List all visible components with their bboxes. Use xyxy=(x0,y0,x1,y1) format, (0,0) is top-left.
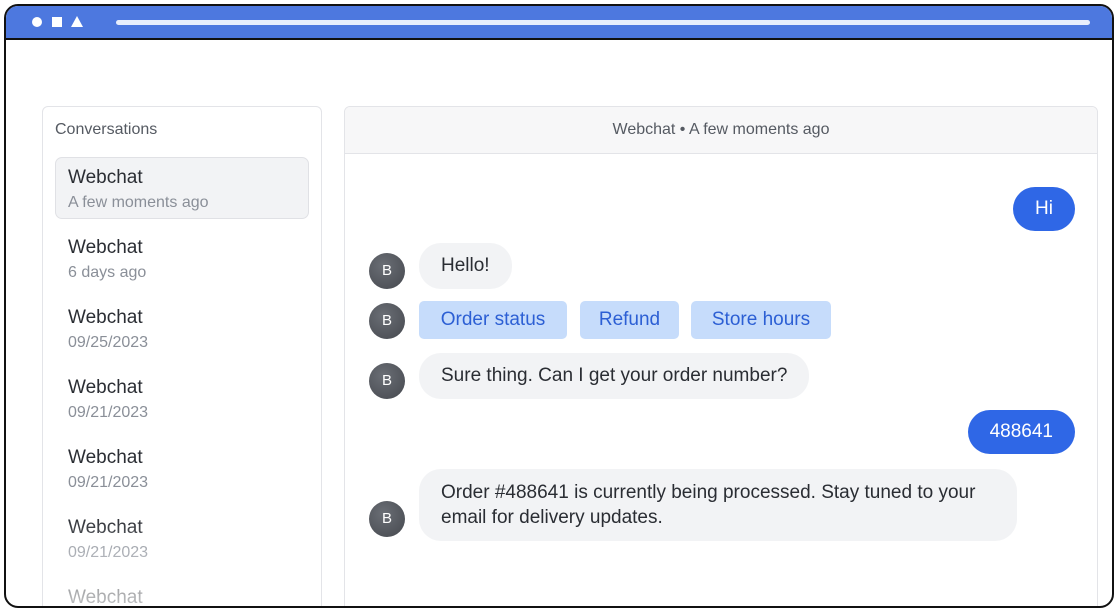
quick-reply-order-status[interactable]: Order status xyxy=(419,301,567,339)
quick-reply-refund[interactable]: Refund xyxy=(580,301,679,339)
bot-avatar: B xyxy=(369,501,405,537)
conversation-item[interactable]: Webchat 09/21/2023 xyxy=(55,437,309,499)
chat-header: Webchat • A few moments ago xyxy=(345,107,1097,154)
conversation-list-heading: Conversations xyxy=(55,121,158,138)
address-bar[interactable] xyxy=(116,20,1090,25)
conversation-time: 09/21/2023 xyxy=(68,544,149,561)
bot-avatar: B xyxy=(369,253,405,289)
user-message: 488641 xyxy=(967,410,1075,454)
chat-panel: Webchat • A few moments ago Hi B Hello! … xyxy=(344,106,1098,606)
conversation-time: 6 days ago xyxy=(68,264,147,281)
bot-message: Order #488641 is currently being process… xyxy=(419,469,1017,541)
conversation-title: Webchat xyxy=(68,377,143,398)
conversation-title: Webchat xyxy=(68,587,143,608)
conversation-time: A few moments ago xyxy=(68,194,209,211)
conversation-item[interactable]: Webchat A few moments ago xyxy=(55,157,309,219)
conversation-title: Webchat xyxy=(68,307,143,328)
conversation-item[interactable]: Webchat 09/25/2023 xyxy=(55,297,309,359)
bot-message: Hello! xyxy=(419,243,512,289)
triangle-icon xyxy=(71,16,83,27)
quick-reply-store-hours[interactable]: Store hours xyxy=(691,301,831,339)
app-window: Conversations Webchat A few moments ago … xyxy=(4,4,1114,608)
conversation-time: 09/21/2023 xyxy=(68,404,149,421)
conversation-time: 09/25/2023 xyxy=(68,334,149,351)
conversation-item[interactable]: Webchat 09/21/2023 xyxy=(55,507,309,569)
conversation-title: Webchat xyxy=(68,237,143,258)
conversation-time: 09/21/2023 xyxy=(68,474,149,491)
conversation-item[interactable]: Webchat xyxy=(55,577,309,608)
conversation-title: Webchat xyxy=(68,447,143,468)
conversation-title: Webchat xyxy=(68,517,143,538)
bot-avatar: B xyxy=(369,303,405,339)
conversation-item[interactable]: Webchat 6 days ago xyxy=(55,227,309,289)
conversation-title: Webchat xyxy=(68,167,143,188)
user-message: Hi xyxy=(1013,187,1075,231)
bot-message: Sure thing. Can I get your order number? xyxy=(419,353,810,399)
bot-avatar: B xyxy=(369,363,405,399)
conversation-item[interactable]: Webchat 09/21/2023 xyxy=(55,367,309,429)
window-titlebar xyxy=(6,6,1112,40)
square-icon xyxy=(52,17,62,27)
circle-icon xyxy=(32,17,42,27)
conversation-list: Conversations Webchat A few moments ago … xyxy=(42,106,322,608)
